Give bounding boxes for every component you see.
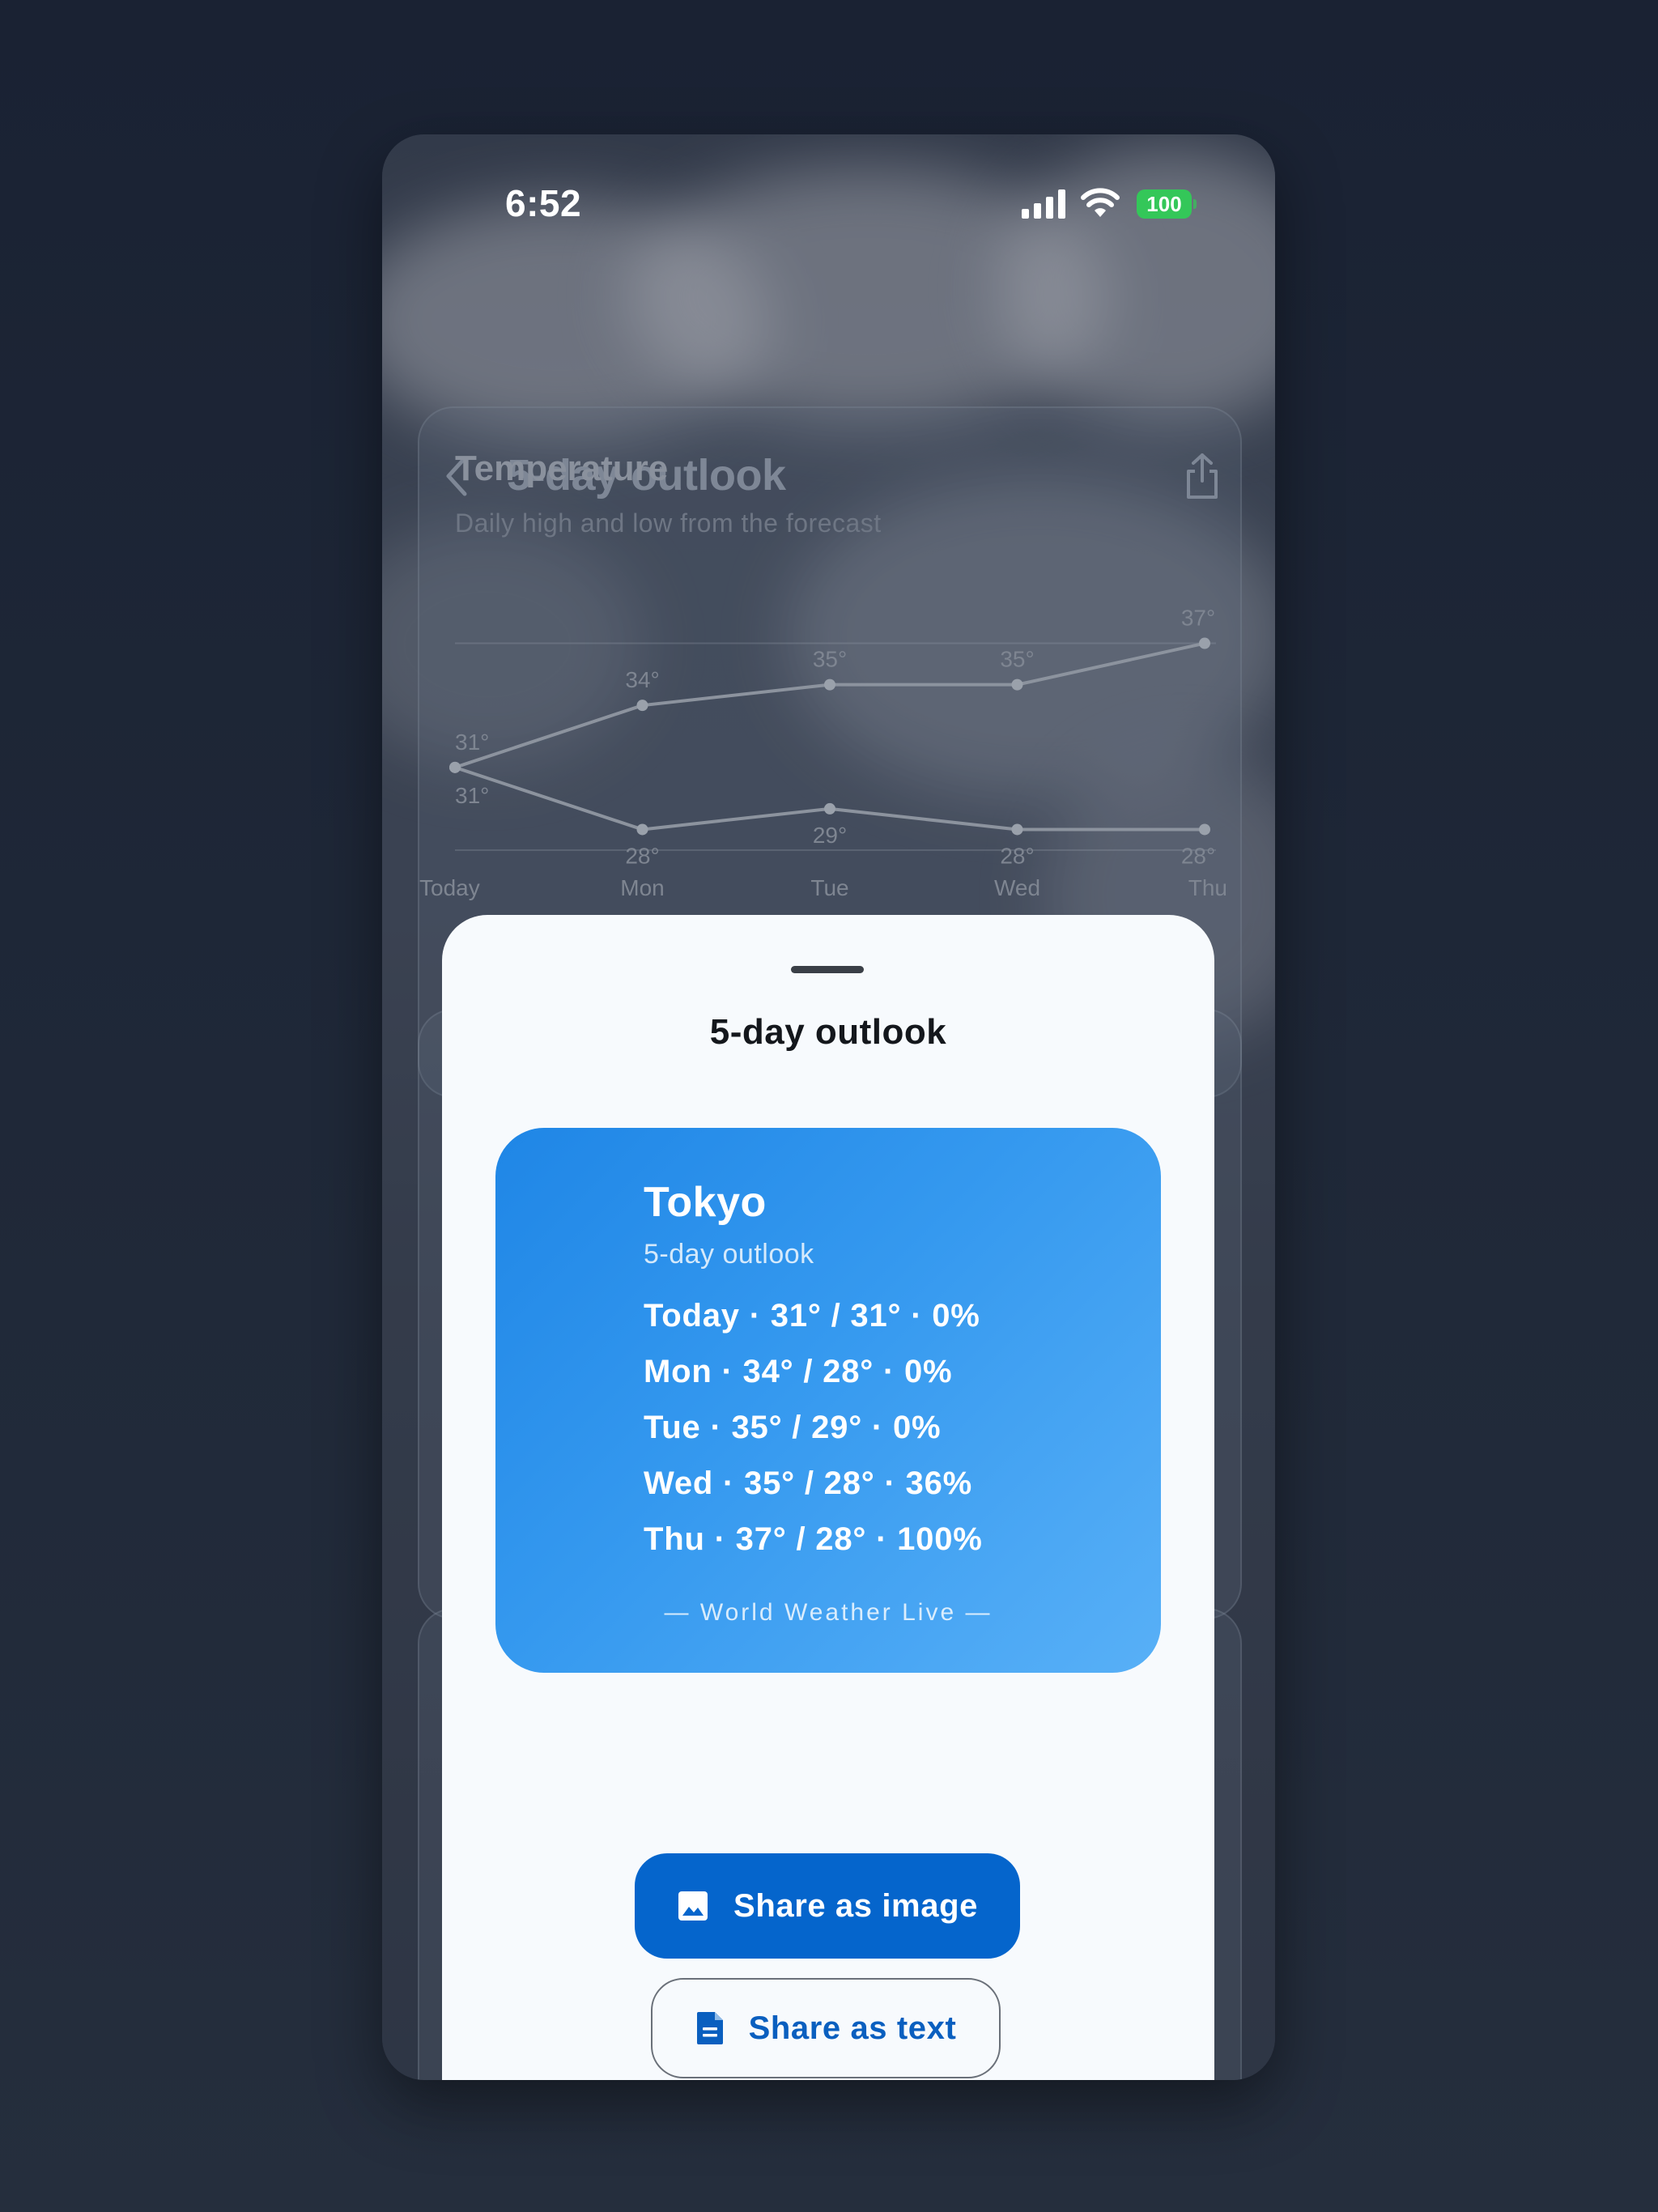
cellular-signal-icon	[1022, 189, 1065, 219]
chart-data-label: 37°	[1181, 606, 1215, 631]
battery-tip	[1193, 199, 1197, 209]
share-as-image-button[interactable]: Share as image	[635, 1853, 1020, 1959]
chart-data-label: 31°	[455, 783, 489, 808]
chart-x-tick-label: Tue	[810, 875, 848, 900]
chart-x-tick-label: Mon	[620, 875, 664, 900]
chart-point	[636, 823, 648, 836]
status-time: 6:52	[505, 182, 582, 224]
chart-point	[824, 802, 835, 815]
chart-point	[636, 700, 648, 712]
chart-point	[1199, 823, 1210, 836]
chart-x-tick-label: Wed	[994, 875, 1040, 900]
chart-data-label: 31°	[455, 730, 489, 755]
chart-data-label: 28°	[1181, 843, 1215, 868]
share-preview-card: Tokyo 5-day outlook Today · 31° / 31° · …	[495, 1128, 1161, 1673]
image-icon	[677, 1890, 709, 1922]
preview-day-row: Today · 31° / 31° · 0%	[644, 1298, 980, 1334]
share-sheet: 5-day outlook Tokyo 5-day outlook Today …	[442, 915, 1214, 2080]
chart-data-label: 34°	[625, 667, 659, 692]
document-icon	[695, 2010, 725, 2046]
wifi-icon	[1081, 188, 1120, 217]
chart-point	[449, 761, 461, 773]
chart-point	[1011, 823, 1023, 836]
share-as-text-button[interactable]: Share as text	[651, 1978, 1001, 2078]
chart-point	[1199, 637, 1210, 649]
chart-x-tick-label: Thu	[1188, 875, 1227, 900]
chart-x-tick-label: Today	[419, 875, 480, 900]
sheet-title: 5-day outlook	[709, 1012, 947, 1052]
status-bar: 6:52 100	[382, 134, 1275, 232]
chart-data-label: 29°	[813, 823, 847, 848]
preview-city: Tokyo	[644, 1179, 767, 1226]
chart-point	[1011, 678, 1023, 691]
battery-indicator: 100	[1137, 189, 1192, 219]
phone-screen: 6:52 100 5-day outlook Temperature Daily…	[382, 134, 1275, 2080]
preview-subtitle: 5-day outlook	[644, 1239, 814, 1270]
battery-level: 100	[1146, 191, 1182, 216]
chart-data-label: 35°	[1000, 647, 1034, 672]
sheet-grabber[interactable]	[791, 966, 864, 973]
preview-day-row: Wed · 35° / 28° · 36%	[644, 1465, 972, 1501]
chart-data-label: 28°	[1000, 843, 1034, 868]
chart-data-label: 28°	[625, 843, 659, 868]
preview-day-row: Tue · 35° / 29° · 0%	[644, 1410, 942, 1445]
chart-data-label: 35°	[813, 647, 847, 672]
share-as-text-label: Share as text	[748, 2010, 957, 2046]
share-as-image-label: Share as image	[733, 1887, 978, 1924]
preview-day-row: Mon · 34° / 28° · 0%	[644, 1354, 953, 1389]
chart-point	[824, 678, 835, 691]
preview-brand: — World Weather Live —	[664, 1599, 993, 1626]
low-temperature-line	[454, 765, 1205, 832]
preview-day-row: Thu · 37° / 28° · 100%	[644, 1521, 983, 1557]
